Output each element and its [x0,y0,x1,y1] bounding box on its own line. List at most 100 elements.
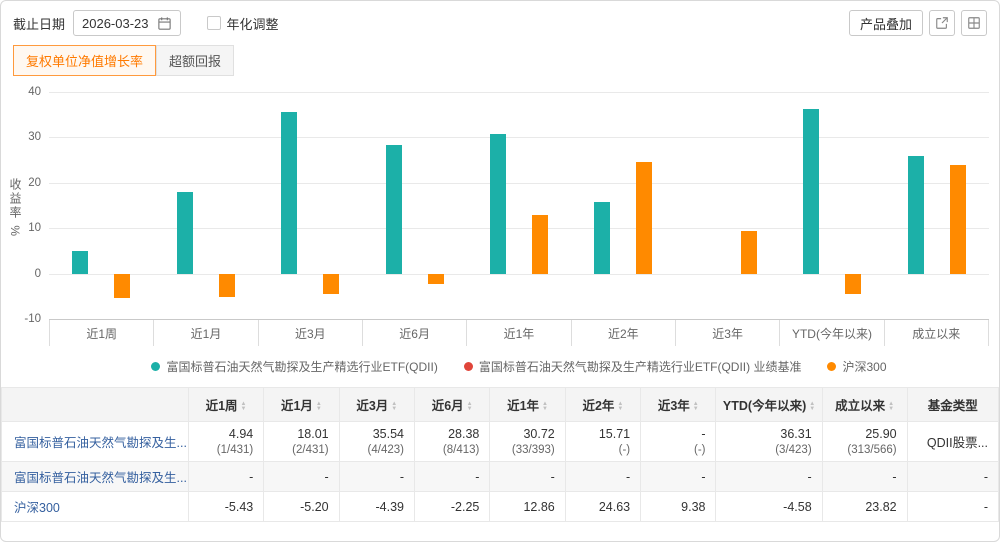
export-icon[interactable] [929,10,955,36]
chart-bar[interactable] [636,162,652,274]
chart-bar[interactable] [532,215,548,273]
legend-item[interactable]: 富国标普石油天然气勘探及生产精选行业ETF(QDII) [151,358,437,375]
chart-bar[interactable] [803,109,819,274]
column-header-empty [2,388,189,422]
column-header[interactable]: 近6月▲▼ [414,388,489,422]
sort-desc-icon: ▼ [391,407,397,412]
sort-icon[interactable]: ▲▼ [467,402,473,412]
value-cell: -(-) [641,422,716,462]
cell-rank: (8/413) [425,444,479,456]
column-header[interactable]: 近1月▲▼ [264,388,339,422]
legend-item[interactable]: 富国标普石油天然气勘探及生产精选行业ETF(QDII) 业绩基准 [464,358,802,375]
sort-icon[interactable]: ▲▼ [391,402,397,412]
value-cell: 23.82 [822,492,907,522]
cell-value: 4.94 [199,427,253,441]
legend-label: 沪深300 [842,358,886,375]
cell-value: - [833,470,897,484]
legend-dot-icon [151,362,160,371]
chart-bar[interactable] [177,192,193,274]
sort-icon[interactable]: ▲▼ [888,402,894,412]
annualize-checkbox[interactable]: 年化调整 [207,14,279,33]
date-input[interactable]: 2026-03-23 [73,10,181,36]
sort-icon[interactable]: ▲▼ [241,402,247,412]
fund-type-cell: - [907,492,998,522]
sort-icon[interactable]: ▲▼ [542,402,548,412]
column-header[interactable]: 成立以来▲▼ [822,388,907,422]
cell-rank: (-) [576,444,630,456]
bar-group [676,92,780,319]
chart-bar[interactable] [490,134,506,273]
date-label: 截止日期 [13,14,65,33]
x-axis-label: YTD(今年以来) [780,320,884,346]
y-axis-tick-label: 30 [28,131,41,143]
chart-bar[interactable] [219,274,235,298]
table-row: 沪深300-5.43-5.20-4.39-2.2512.8624.639.38-… [2,492,999,522]
chart-bar[interactable] [114,274,130,299]
cell-value: 12.86 [500,500,554,514]
sort-icon[interactable]: ▲▼ [809,402,815,412]
legend-label: 富国标普石油天然气勘探及生产精选行业ETF(QDII) [166,358,437,375]
cell-value: - [726,470,811,484]
cell-value: - [274,470,328,484]
product-overlay-button[interactable]: 产品叠加 [849,10,923,36]
checkbox-box-icon[interactable] [207,16,221,30]
fund-name-link[interactable]: 富国标普石油天然气勘探及生... [14,436,187,450]
value-cell: -5.20 [264,492,339,522]
bar-chart: 收益率 % -10010203040 近1周近1月近3月近6月近1年近2年近3年… [1,78,999,375]
chart-bar[interactable] [72,251,88,273]
bar-group [467,92,571,319]
cell-value: 24.63 [576,500,630,514]
toolbar: 截止日期 2026-03-23 年化调整 产品叠加 [1,1,999,41]
chart-bar[interactable] [281,112,297,273]
value-cell: - [490,462,565,492]
cell-rank: (313/566) [833,444,897,456]
bar-group [885,92,989,319]
calendar-icon[interactable] [157,16,172,31]
value-cell: 36.31(3/423) [716,422,822,462]
value-cell: - [822,462,907,492]
column-header[interactable]: YTD(今年以来)▲▼ [716,388,822,422]
legend-label: 富国标普石油天然气勘探及生产精选行业ETF(QDII) 业绩基准 [479,358,802,375]
sort-icon[interactable]: ▲▼ [617,402,623,412]
column-header[interactable]: 近2年▲▼ [565,388,640,422]
column-header[interactable]: 近1周▲▼ [188,388,263,422]
value-cell: 9.38 [641,492,716,522]
y-axis-tick-label: 40 [28,86,41,98]
cell-rank: (1/431) [199,444,253,456]
legend-item[interactable]: 沪深300 [827,358,886,375]
column-header-label: 近3年 [658,399,690,413]
chart-bar[interactable] [741,231,757,274]
fund-name-link[interactable]: 沪深300 [14,501,60,515]
table-header-row: 近1周▲▼近1月▲▼近3月▲▼近6月▲▼近1年▲▼近2年▲▼近3年▲▼YTD(今… [2,388,999,422]
fund-name-cell: 富国标普石油天然气勘探及生... [2,462,189,492]
sort-desc-icon: ▼ [467,407,473,412]
cell-value: 23.82 [833,500,897,514]
column-header[interactable]: 近3月▲▼ [339,388,414,422]
column-header[interactable]: 近3年▲▼ [641,388,716,422]
cell-value: - [500,470,554,484]
sort-icon[interactable]: ▲▼ [693,402,699,412]
bar-group [49,92,153,319]
chart-bar[interactable] [845,274,861,295]
chart-bar[interactable] [950,165,966,273]
sort-icon[interactable]: ▲▼ [316,402,322,412]
tab-nav-growth-rate[interactable]: 复权单位净值增长率 [13,45,156,76]
chart-bar[interactable] [323,274,339,294]
cell-rank: (4/423) [350,444,404,456]
y-axis-tick-label: -10 [24,313,41,325]
x-axis: 近1周近1月近3月近6月近1年近2年近3年YTD(今年以来)成立以来 [49,320,989,346]
fund-name-link[interactable]: 富国标普石油天然气勘探及生... [14,471,187,485]
cell-rank: (2/431) [274,444,328,456]
sort-desc-icon: ▼ [888,407,894,412]
column-header[interactable]: 近1年▲▼ [490,388,565,422]
y-axis-title: 收益率 % [7,178,24,238]
chart-bar[interactable] [594,202,610,273]
x-axis-label: 近3月 [259,320,363,346]
chart-bar[interactable] [428,274,444,284]
tab-excess-return[interactable]: 超额回报 [156,45,234,76]
x-axis-label: 近2年 [572,320,676,346]
value-cell: 15.71(-) [565,422,640,462]
chart-bar[interactable] [386,145,402,274]
chart-bar[interactable] [908,156,924,274]
table-grid-icon[interactable] [961,10,987,36]
